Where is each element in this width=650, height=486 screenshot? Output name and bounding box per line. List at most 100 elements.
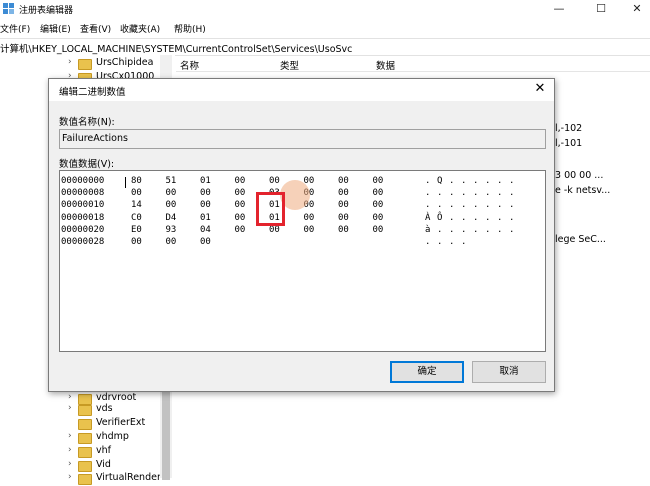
ascii-char[interactable]: . [437,225,442,235]
hex-byte[interactable]: 93 [166,225,177,235]
hex-byte[interactable]: 00 [235,176,246,186]
hex-byte[interactable]: 00 [166,200,177,210]
hex-byte[interactable]: 00 [269,176,280,186]
ascii-char[interactable]: . [461,213,466,223]
hex-byte[interactable]: 00 [166,188,177,198]
ascii-char[interactable]: . [425,200,430,210]
hex-byte[interactable]: 01 [200,176,211,186]
chevron-right-icon[interactable]: › [68,459,72,469]
ascii-char[interactable]: Ô [437,213,442,223]
ascii-char[interactable]: . [485,225,490,235]
ascii-char[interactable]: . [497,200,502,210]
ascii-char[interactable]: . [473,213,478,223]
hex-byte[interactable]: 00 [338,176,349,186]
hex-byte[interactable]: 14 [131,200,142,210]
ascii-char[interactable]: . [449,213,454,223]
hex-byte[interactable]: 00 [338,200,349,210]
chevron-right-icon[interactable]: › [68,431,72,441]
ascii-char[interactable]: . [473,188,478,198]
hex-byte[interactable]: 00 [131,188,142,198]
hex-byte[interactable]: 04 [200,225,211,235]
hex-byte[interactable]: 00 [373,200,384,210]
hex-byte[interactable]: 00 [166,237,177,247]
ascii-char[interactable]: . [509,213,514,223]
close-icon[interactable]: ✕ [531,81,549,96]
hex-byte[interactable]: 00 [338,225,349,235]
hex-byte[interactable]: 00 [338,213,349,223]
ascii-char[interactable]: . [509,225,514,235]
ascii-char[interactable]: à [425,225,430,235]
hex-byte[interactable]: 00 [373,213,384,223]
ascii-char[interactable]: . [509,176,514,186]
hex-byte[interactable]: 00 [373,225,384,235]
column-type[interactable]: 类型 [280,58,299,72]
ascii-char[interactable]: . [437,188,442,198]
hex-byte[interactable]: 00 [235,213,246,223]
maximize-button[interactable]: ☐ [590,1,612,17]
ascii-char[interactable]: . [497,176,502,186]
ascii-char[interactable]: . [425,237,430,247]
ascii-char[interactable]: . [449,188,454,198]
ascii-char[interactable]: . [461,237,466,247]
hex-byte[interactable]: C0 [131,213,142,223]
ascii-char[interactable]: . [461,188,466,198]
hex-byte[interactable]: 00 [200,237,211,247]
cancel-button[interactable]: 取消 [472,361,546,383]
hex-byte[interactable]: 80 [131,176,142,186]
ascii-char[interactable]: Q [437,176,442,186]
ascii-char[interactable]: . [509,200,514,210]
ascii-char[interactable]: . [497,188,502,198]
hex-byte[interactable]: 00 [200,188,211,198]
close-window-button[interactable]: ✕ [626,1,648,17]
column-name[interactable]: 名称 [180,58,199,72]
hex-byte[interactable]: 00 [304,225,315,235]
ascii-char[interactable]: . [485,188,490,198]
ascii-char[interactable]: . [437,237,442,247]
minimize-button[interactable]: — [548,1,570,17]
hex-byte[interactable]: 00 [235,200,246,210]
ascii-char[interactable]: . [461,176,466,186]
hex-byte[interactable]: E0 [131,225,142,235]
hex-byte[interactable]: 51 [166,176,177,186]
ascii-char[interactable]: . [485,200,490,210]
menu-edit[interactable]: 编辑(E) [40,22,71,35]
hex-byte[interactable]: 00 [235,225,246,235]
ascii-char[interactable]: . [497,225,502,235]
hex-byte[interactable]: 00 [373,188,384,198]
menu-view[interactable]: 查看(V) [80,22,111,35]
chevron-right-icon[interactable]: › [68,392,72,402]
chevron-right-icon[interactable]: › [68,57,72,67]
hex-byte[interactable]: 00 [338,188,349,198]
ascii-char[interactable]: . [449,237,454,247]
ascii-char[interactable]: . [509,188,514,198]
value-name-field[interactable]: FailureActions [59,129,546,149]
hex-byte[interactable]: 00 [269,225,280,235]
ascii-char[interactable]: . [497,213,502,223]
chevron-right-icon[interactable]: › [68,403,72,413]
ascii-char[interactable]: . [473,176,478,186]
ascii-char[interactable]: . [425,176,430,186]
hex-byte[interactable]: 01 [200,213,211,223]
ascii-char[interactable]: . [485,176,490,186]
ascii-char[interactable]: . [449,225,454,235]
hex-byte[interactable]: 00 [131,237,142,247]
ascii-char[interactable]: . [425,188,430,198]
chevron-right-icon[interactable]: › [68,472,72,482]
hex-byte[interactable]: 00 [200,200,211,210]
hex-byte[interactable]: D4 [166,213,177,223]
hex-byte[interactable]: 00 [235,188,246,198]
chevron-right-icon[interactable]: › [68,445,72,455]
hex-byte[interactable]: 00 [304,213,315,223]
ascii-char[interactable]: . [485,213,490,223]
menu-help[interactable]: 帮助(H) [174,22,206,35]
menu-file[interactable]: 文件(F) [0,22,30,35]
ascii-char[interactable]: . [473,200,478,210]
address-bar[interactable]: 计算机\HKEY_LOCAL_MACHINE\SYSTEM\CurrentCon… [0,38,650,56]
address-path[interactable]: 计算机\HKEY_LOCAL_MACHINE\SYSTEM\CurrentCon… [0,41,352,55]
ascii-char[interactable]: . [461,200,466,210]
ascii-char[interactable]: . [449,200,454,210]
ascii-char[interactable]: . [449,176,454,186]
column-data[interactable]: 数据 [376,58,395,72]
ascii-char[interactable]: À [425,213,430,223]
hex-byte[interactable]: 00 [373,176,384,186]
